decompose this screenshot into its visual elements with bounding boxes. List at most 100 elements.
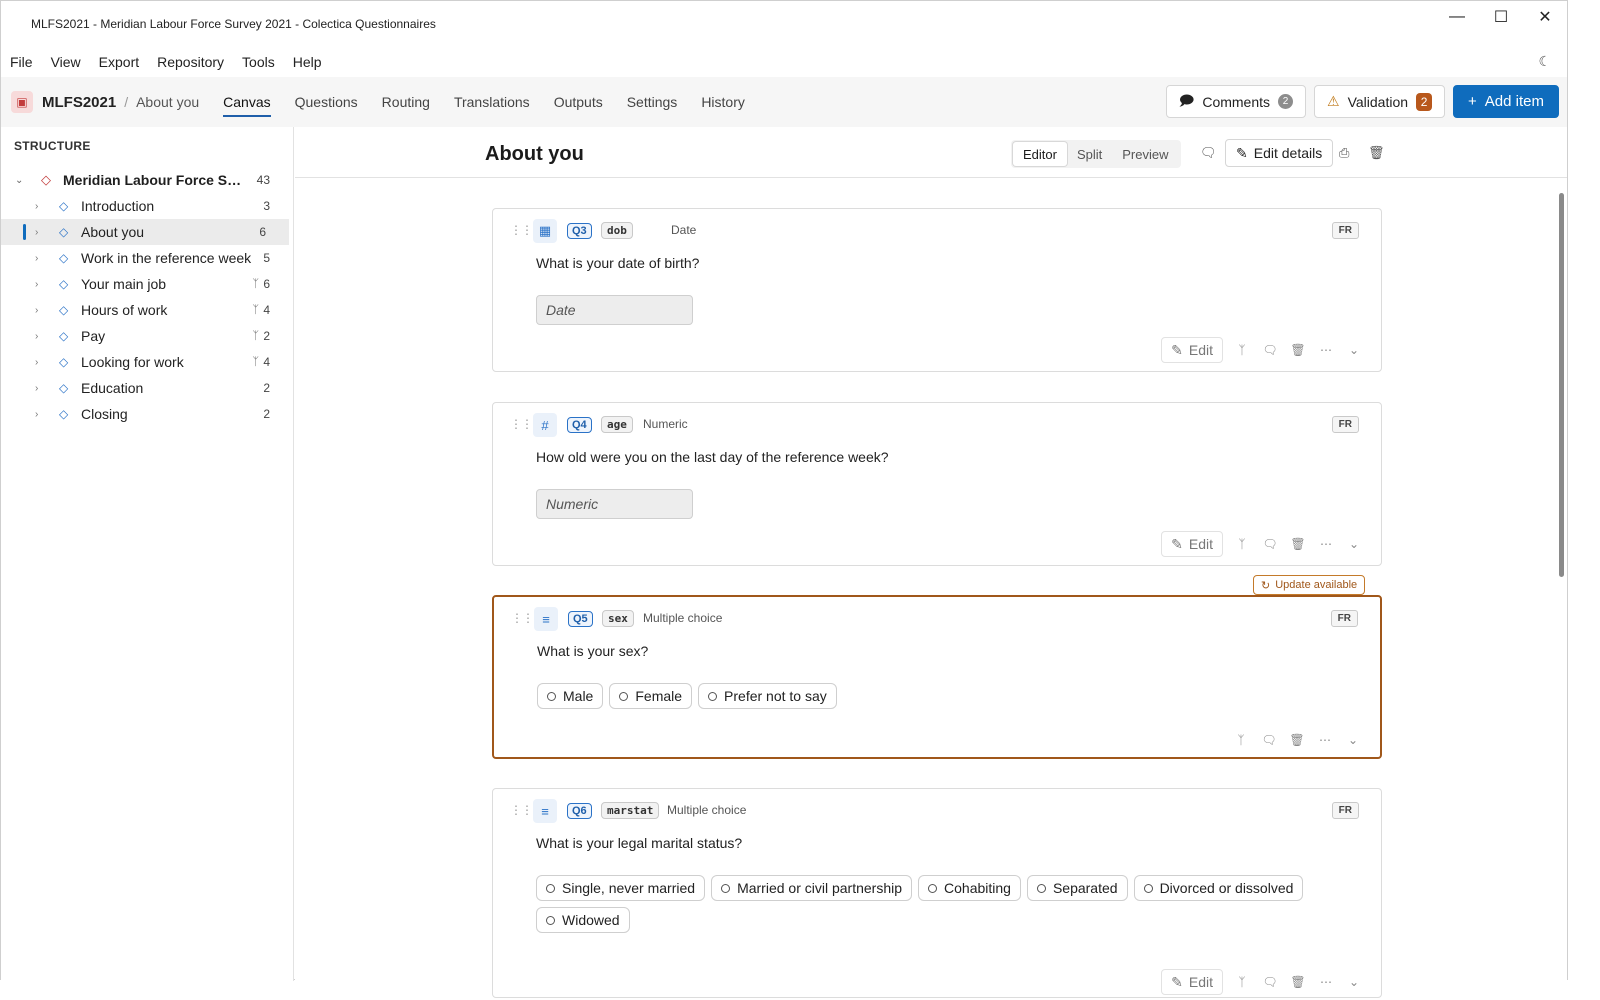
add-comment-icon[interactable]: 🗨 [1261, 537, 1279, 551]
chevron-down-icon[interactable]: ⌄ [1344, 733, 1362, 747]
menu-file[interactable]: File [10, 54, 33, 70]
sidebar-item-work-reference-week[interactable]: › ◇ Work in the reference week 5 [1, 245, 293, 271]
sidebar-item-about-you[interactable]: › ◇ About you 6 [1, 219, 289, 245]
tag-icon: ◇ [59, 329, 69, 343]
comments-button[interactable]: 🗩 Comments 2 [1165, 85, 1307, 118]
update-available-badge[interactable]: ↻ Update available [1253, 575, 1366, 595]
trash-icon[interactable]: 🗑 [1288, 733, 1306, 747]
sidebar-item-looking-for-work[interactable]: › ◇ Looking for work ᛉ 4 [1, 349, 293, 375]
chevron-down-icon[interactable]: ⌄ [1345, 975, 1363, 989]
routing-icon[interactable]: ᛉ [1233, 975, 1251, 989]
add-item-button[interactable]: + Add item [1453, 85, 1559, 118]
menu-view[interactable]: View [51, 54, 81, 70]
validation-label: Validation [1347, 93, 1409, 110]
edit-button[interactable]: ✎ Edit [1161, 969, 1223, 995]
sidebar-item-hours-of-work[interactable]: › ◇ Hours of work ᛉ 4 [1, 297, 293, 323]
language-badge[interactable]: FR [1331, 222, 1359, 239]
option-female[interactable]: Female [609, 683, 693, 709]
routing-icon[interactable]: ᛉ [1233, 343, 1251, 357]
chevron-right-icon[interactable]: › [35, 383, 38, 394]
option-single[interactable]: Single, never married [536, 875, 706, 901]
tab-routing[interactable]: Routing [382, 77, 430, 127]
language-badge[interactable]: FR [1331, 416, 1359, 433]
question-card-q3[interactable]: ⋮⋮ ▦ Q3 dob Date FR What is your date of… [492, 208, 1382, 372]
routing-icon[interactable]: ᛉ [1233, 537, 1251, 551]
chevron-down-icon[interactable]: ⌄ [15, 175, 23, 186]
chevron-down-icon[interactable]: ⌄ [1345, 537, 1363, 551]
breadcrumb-project[interactable]: MLFS2021 [42, 94, 116, 111]
validation-button[interactable]: ⚠ Validation 2 [1314, 85, 1446, 118]
option-prefer-not-to-say[interactable]: Prefer not to say [698, 683, 837, 709]
drag-handle-icon[interactable]: ⋮⋮ [511, 611, 534, 625]
routing-icon[interactable]: ᛉ [1232, 733, 1250, 747]
option-cohabiting[interactable]: Cohabiting [918, 875, 1021, 901]
chevron-right-icon[interactable]: › [35, 409, 38, 420]
add-comment-icon[interactable]: 🗨 [1261, 975, 1279, 989]
question-card-q6[interactable]: ⋮⋮ ≡ Q6 marstat Multiple choice FR What … [492, 788, 1382, 998]
minimize-icon[interactable]: — [1435, 1, 1479, 33]
option-male[interactable]: Male [537, 683, 604, 709]
edit-button[interactable]: ✎ Edit [1161, 337, 1223, 363]
more-icon[interactable]: ⋯ [1317, 975, 1335, 989]
tab-questions[interactable]: Questions [295, 77, 358, 127]
tab-translations[interactable]: Translations [454, 77, 530, 127]
menu-help[interactable]: Help [293, 54, 322, 70]
option-separated[interactable]: Separated [1026, 875, 1128, 901]
vertical-scrollbar[interactable] [1559, 193, 1564, 577]
sidebar-item-education[interactable]: › ◇ Education 2 [1, 375, 293, 401]
menu-export[interactable]: Export [99, 54, 139, 70]
view-mode-split[interactable]: Split [1067, 142, 1112, 166]
drag-handle-icon[interactable]: ⋮⋮ [510, 417, 533, 431]
more-icon[interactable]: ⋯ [1317, 537, 1335, 551]
dark-mode-icon[interactable]: ☾ [1538, 53, 1551, 70]
more-icon[interactable]: ⋯ [1316, 733, 1334, 747]
add-comment-icon[interactable]: 🗨 [1261, 343, 1279, 357]
trash-icon[interactable]: 🗑 [1289, 975, 1307, 989]
chevron-down-icon[interactable]: ⌄ [1345, 343, 1363, 357]
question-card-q4[interactable]: ⋮⋮ # Q4 age Numeric FR How old were you … [492, 402, 1382, 566]
export-pdf-icon[interactable]: ⎙ [1339, 145, 1349, 161]
chevron-right-icon[interactable]: › [35, 201, 38, 212]
sidebar-item-your-main-job[interactable]: › ◇ Your main job ᛉ 6 [1, 271, 293, 297]
chevron-right-icon[interactable]: › [35, 253, 38, 264]
chevron-right-icon[interactable]: › [35, 279, 38, 290]
add-comment-icon[interactable]: 🗨 [1200, 145, 1217, 161]
trash-icon[interactable]: 🗑 [1368, 145, 1385, 161]
chevron-right-icon[interactable]: › [35, 227, 38, 238]
view-mode-preview[interactable]: Preview [1112, 142, 1178, 166]
chevron-right-icon[interactable]: › [35, 331, 38, 342]
option-divorced[interactable]: Divorced or dissolved [1133, 875, 1304, 901]
tab-canvas[interactable]: Canvas [223, 77, 272, 127]
drag-handle-icon[interactable]: ⋮⋮ [510, 223, 533, 237]
add-comment-icon[interactable]: 🗨 [1260, 733, 1278, 747]
option-widowed[interactable]: Widowed [536, 907, 630, 933]
view-mode-editor[interactable]: Editor [1013, 142, 1067, 166]
close-icon[interactable]: ✕ [1523, 1, 1567, 33]
tab-outputs[interactable]: Outputs [554, 77, 603, 127]
edit-button[interactable]: ✎ Edit [1161, 531, 1223, 557]
menu-tools[interactable]: Tools [242, 54, 275, 70]
drag-handle-icon[interactable]: ⋮⋮ [510, 803, 533, 817]
maximize-icon[interactable]: ☐ [1479, 1, 1523, 33]
list-icon: ≡ [534, 607, 558, 631]
sidebar-item-closing[interactable]: › ◇ Closing 2 [1, 401, 293, 427]
tab-history[interactable]: History [701, 77, 745, 127]
edit-details-button[interactable]: ✎ Edit details [1225, 139, 1334, 167]
language-badge[interactable]: FR [1330, 610, 1358, 627]
chevron-right-icon[interactable]: › [35, 357, 38, 368]
section-header: About you Editor Split Preview 🗨 ✎ Edit … [295, 127, 1567, 178]
tree-root-survey[interactable]: ⌄ ◇ Meridian Labour Force Sur... 43 [1, 167, 293, 193]
trash-icon[interactable]: 🗑 [1289, 343, 1307, 357]
option-label: Divorced or dissolved [1159, 880, 1294, 896]
language-badge[interactable]: FR [1331, 802, 1359, 819]
chevron-right-icon[interactable]: › [35, 305, 38, 316]
sidebar-item-introduction[interactable]: › ◇ Introduction 3 [1, 193, 293, 219]
option-married[interactable]: Married or civil partnership [711, 875, 913, 901]
menu-repository[interactable]: Repository [157, 54, 224, 70]
more-icon[interactable]: ⋯ [1317, 343, 1335, 357]
question-card-q5[interactable]: ⋮⋮ ≡ Q5 sex Multiple choice FR What is y… [492, 595, 1382, 759]
tab-settings[interactable]: Settings [627, 77, 678, 127]
sidebar-item-pay[interactable]: › ◇ Pay ᛉ 2 [1, 323, 293, 349]
tag-icon: ◇ [41, 172, 51, 187]
trash-icon[interactable]: 🗑 [1289, 537, 1307, 551]
